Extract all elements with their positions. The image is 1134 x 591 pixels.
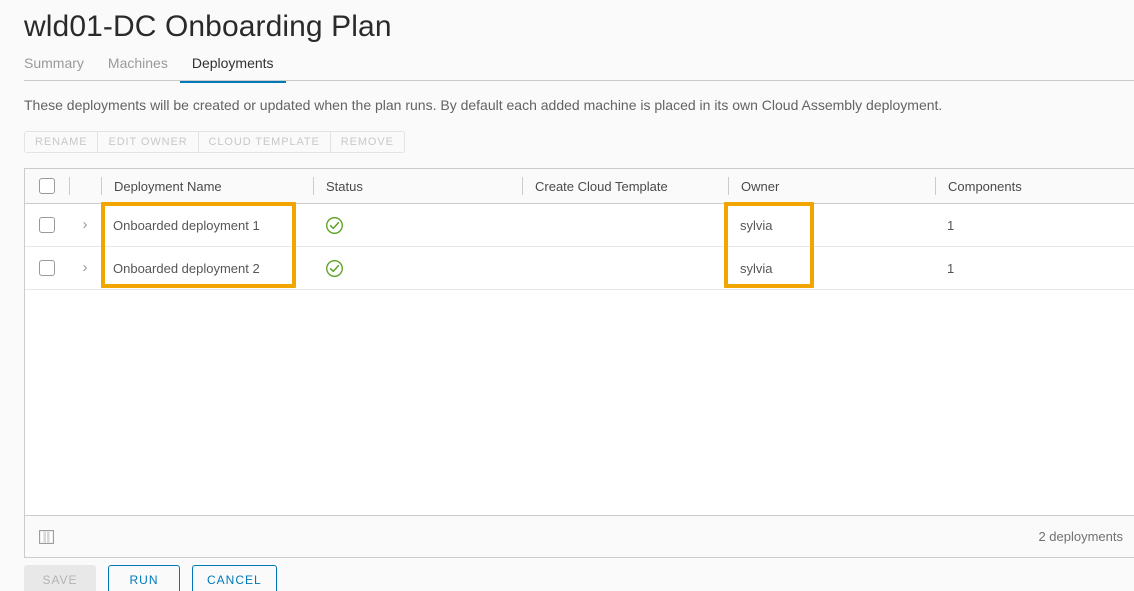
- cell-status: [313, 259, 522, 278]
- cell-deployment-name: Onboarded deployment 1: [113, 217, 260, 233]
- cell-components: 1: [947, 217, 955, 233]
- remove-button[interactable]: REMOVE: [330, 132, 404, 152]
- cell-status: [313, 216, 522, 235]
- cancel-button[interactable]: CANCEL: [192, 565, 277, 591]
- select-all-checkbox[interactable]: [39, 178, 55, 194]
- deployment-count-label: 2 deployments: [1038, 529, 1123, 544]
- cell-components: 1: [947, 260, 955, 276]
- tab-bar-divider: [24, 80, 1134, 81]
- table-row[interactable]: › Onboarded deployment 1 sylvia 1: [25, 204, 1134, 247]
- datagrid-footer: 2 deployments: [25, 515, 1134, 557]
- row-checkbox[interactable]: [39, 260, 55, 276]
- column-header-components[interactable]: Components: [935, 177, 1134, 195]
- rename-button[interactable]: RENAME: [25, 132, 99, 152]
- tab-deployments[interactable]: Deployments: [179, 52, 286, 83]
- tab-machines[interactable]: Machines: [96, 52, 180, 83]
- row-expander-cell: ›: [69, 260, 101, 275]
- save-button[interactable]: SAVE: [24, 565, 96, 591]
- row-select-cell: [25, 260, 69, 276]
- tab-bar: Summary Machines Deployments: [24, 52, 1134, 83]
- success-check-icon: [326, 259, 343, 277]
- cell-deployment-name: Onboarded deployment 2: [113, 260, 260, 276]
- onboarding-plan-page: wld01-DC Onboarding Plan Summary Machine…: [0, 0, 1134, 591]
- page-title: wld01-DC Onboarding Plan: [24, 10, 392, 43]
- row-expander-cell: ›: [69, 217, 101, 232]
- tab-summary[interactable]: Summary: [24, 52, 96, 83]
- page-description: These deployments will be created or upd…: [24, 97, 943, 113]
- edit-owner-button[interactable]: EDIT OWNER: [98, 132, 199, 152]
- row-checkbox[interactable]: [39, 217, 55, 233]
- column-header-status[interactable]: Status: [313, 177, 522, 195]
- chevron-right-icon[interactable]: ›: [78, 217, 92, 232]
- datagrid-header-row: Deployment Name Status Create Cloud Temp…: [25, 169, 1134, 204]
- deployments-datagrid: Deployment Name Status Create Cloud Temp…: [24, 168, 1134, 558]
- column-header-deployment-name[interactable]: Deployment Name: [101, 177, 313, 195]
- form-actions: SAVE RUN CANCEL: [24, 565, 277, 591]
- chevron-right-icon[interactable]: ›: [78, 260, 92, 275]
- datagrid-empty-space: [25, 290, 1134, 510]
- success-check-icon: [326, 216, 343, 234]
- expander-header-cell: [69, 177, 101, 195]
- table-row[interactable]: › Onboarded deployment 2 sylvia 1: [25, 247, 1134, 290]
- grid-action-toolbar: RENAME EDIT OWNER CLOUD TEMPLATE REMOVE: [24, 131, 405, 153]
- row-select-cell: [25, 217, 69, 233]
- columns-icon[interactable]: [39, 529, 54, 544]
- cell-owner: sylvia: [740, 260, 773, 276]
- column-header-owner[interactable]: Owner: [728, 177, 935, 195]
- select-all-cell: [25, 178, 69, 194]
- cell-owner: sylvia: [740, 217, 773, 233]
- column-header-create-cloud-template[interactable]: Create Cloud Template: [522, 177, 728, 195]
- cloud-template-button[interactable]: CLOUD TEMPLATE: [198, 132, 331, 152]
- run-button[interactable]: RUN: [108, 565, 180, 591]
